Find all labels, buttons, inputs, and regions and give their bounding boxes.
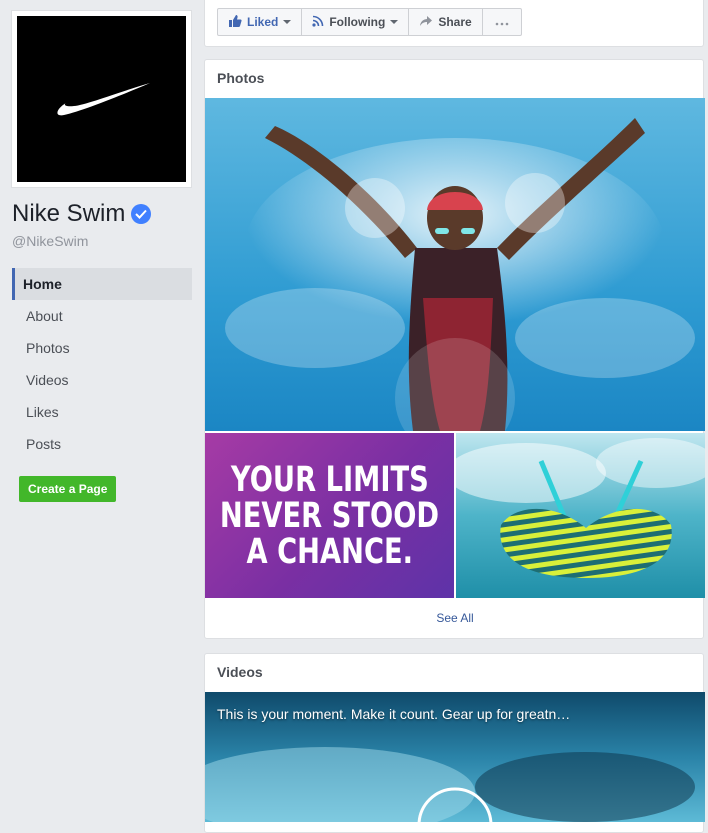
motivational-poster-photo[interactable]: YOUR LIMITS NEVER STOOD A CHANCE. [205,433,454,598]
share-button[interactable]: Share [409,9,483,35]
page-handle[interactable]: @NikeSwim [12,233,88,249]
video-thumbnail[interactable]: This is your moment. Make it count. Gear… [205,692,705,822]
liked-label: Liked [247,15,279,29]
rss-icon [312,15,324,30]
page-sidebar: Nike Swim @NikeSwim Home About Photos Vi… [0,0,200,819]
page-nav: Home About Photos Videos Likes Posts [12,268,192,460]
create-page-button[interactable]: Create a Page [19,476,117,502]
nav-item-home[interactable]: Home [12,268,192,300]
following-button[interactable]: Following [302,9,410,35]
photos-card: Photos YOUR LIMITS NEVER STOOD A CHANCE.… [204,59,705,639]
nav-item-posts[interactable]: Posts [12,428,192,460]
nike-logo [17,16,186,182]
poster-line-3: A CHANCE. [246,531,413,572]
videos-card: Videos This is your moment. Make it coun… [204,653,705,833]
nav-item-photos[interactable]: Photos [12,332,192,364]
nav-item-likes[interactable]: Likes [12,396,192,428]
nav-item-about[interactable]: About [12,300,192,332]
profile-picture[interactable] [11,10,192,188]
poster-line-1: YOUR LIMITS [230,459,429,500]
action-button-group: Liked Following Share [217,8,522,36]
more-options-button[interactable] [483,9,521,35]
see-all-photos-link[interactable]: See All [205,598,705,638]
chevron-down-icon [390,20,399,24]
swimmer-photo[interactable] [205,98,705,431]
poster-line-2: NEVER STOOD [219,495,440,536]
ellipsis-icon [495,15,509,29]
share-label: Share [438,15,472,29]
liked-button[interactable]: Liked [218,9,303,35]
swim-top-photo[interactable] [456,433,705,598]
thumbs-up-icon [228,14,242,31]
action-bar: Liked Following Share [204,0,704,47]
following-label: Following [329,15,386,29]
video-caption: This is your moment. Make it count. Gear… [217,706,571,722]
videos-title[interactable]: Videos [205,654,703,690]
verified-badge-icon [131,204,152,224]
photos-title[interactable]: Photos [205,60,703,96]
share-arrow-icon [419,15,433,30]
nav-item-videos[interactable]: Videos [12,364,192,396]
chevron-down-icon [283,20,292,24]
page-title[interactable]: Nike Swim [12,200,125,228]
page-name-row: Nike Swim [12,200,152,228]
